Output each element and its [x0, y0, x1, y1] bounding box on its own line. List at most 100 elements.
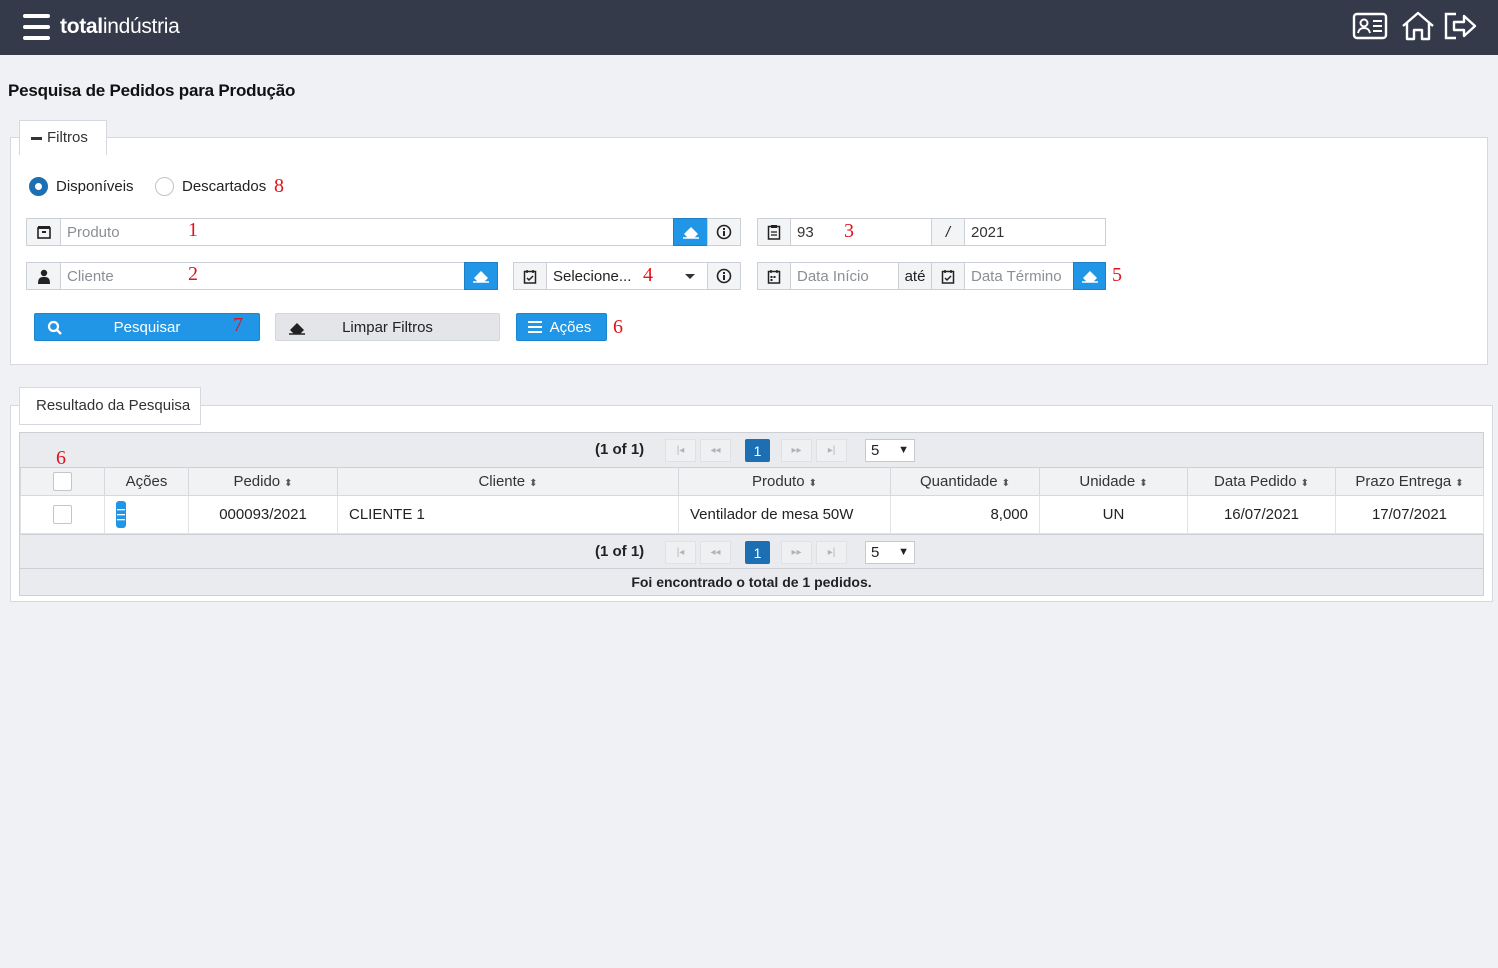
clear-filters-button[interactable]: Limpar Filtros [275, 313, 500, 341]
prev-page-button[interactable]: ◂◂ [700, 541, 731, 564]
clipboard-icon [757, 218, 791, 246]
radio-available-button[interactable] [29, 177, 48, 196]
last-page-button[interactable]: ▸| [816, 439, 847, 462]
column-header-produto[interactable]: Produto ⬍ [678, 467, 891, 496]
filters-legend-label: Filtros [47, 129, 88, 146]
first-page-button[interactable]: |◂ [665, 541, 696, 564]
client-input[interactable] [61, 262, 465, 290]
actions-button[interactable]: Ações [516, 313, 607, 341]
info-icon [716, 224, 732, 240]
cell-produto: Ventilador de mesa 50W [678, 495, 891, 534]
top-navigation-bar: totalindústria [0, 0, 1498, 55]
column-label: Unidade [1079, 473, 1136, 490]
search-button-label: Pesquisar [113, 318, 181, 336]
column-label: Data Pedido [1214, 473, 1297, 490]
column-header-data-pedido[interactable]: Data Pedido ⬍ [1187, 467, 1336, 496]
annotation-8: 8 [274, 175, 284, 197]
calendar-icon [757, 262, 791, 290]
list-icon [528, 321, 542, 333]
cell-prazo-entrega: 17/07/2021 [1335, 495, 1484, 534]
paginator-bottom: (1 of 1) |◂ ◂◂ 1 ▸▸ ▸| 5 ▼ [20, 534, 1483, 568]
column-label: Cliente [478, 473, 526, 490]
filters-toggle[interactable]: Filtros [19, 120, 107, 155]
sort-icon: ⬍ [1300, 478, 1309, 489]
results-legend-label: Resultado da Pesquisa [36, 397, 191, 414]
eraser-icon [473, 271, 489, 283]
column-label: Prazo Entrega [1355, 473, 1452, 490]
column-header-quantidade[interactable]: Quantidade ⬍ [890, 467, 1040, 496]
row-actions-menu-icon[interactable] [116, 501, 126, 528]
eraser-icon [1081, 271, 1098, 283]
clear-dates-button[interactable] [1073, 262, 1106, 290]
cell-pedido: 000093/2021 [188, 495, 338, 534]
page-number-button[interactable]: 1 [745, 439, 770, 462]
rows-per-page-select[interactable]: 5 ▼ [865, 541, 915, 564]
page-title: Pesquisa de Pedidos para Produção [8, 81, 296, 100]
sort-icon: ⬍ [1139, 478, 1148, 489]
status-info-button[interactable] [707, 262, 741, 290]
radio-available-label: Disponíveis [56, 178, 134, 195]
prev-page-button[interactable]: ◂◂ [700, 439, 731, 462]
product-info-button[interactable] [707, 218, 741, 246]
annotation-1: 1 [188, 219, 198, 241]
order-number-value: 93 [797, 223, 814, 241]
select-all-header [20, 467, 105, 496]
page-info: (1 of 1) [595, 543, 645, 560]
results-legend: Resultado da Pesquisa [19, 387, 201, 425]
rows-per-page-value: 5 [871, 442, 880, 459]
home-icon[interactable] [1400, 10, 1436, 42]
annotation-2: 2 [188, 263, 198, 285]
cell-data-pedido: 16/07/2021 [1187, 495, 1336, 534]
page-number-button[interactable]: 1 [745, 541, 770, 564]
menu-icon[interactable] [23, 14, 50, 40]
clear-client-button[interactable] [464, 262, 498, 290]
column-header-pedido[interactable]: Pedido ⬍ [188, 467, 338, 496]
column-header-acoes: Ações [104, 467, 189, 496]
date-end-input[interactable] [965, 262, 1074, 290]
search-button[interactable]: Pesquisar [34, 313, 260, 341]
radio-discarded[interactable]: Descartados [155, 177, 266, 196]
table-row[interactable]: 000093/2021 CLIENTE 1 Ventilador de mesa… [20, 495, 1484, 534]
select-all-checkbox[interactable] [53, 472, 72, 491]
sort-icon: ⬍ [284, 478, 293, 489]
results-grid: Ações Pedido ⬍ Cliente ⬍ Produto ⬍ Quantida… [20, 467, 1484, 534]
column-label: Ações [125, 473, 168, 490]
column-header-prazo-entrega[interactable]: Prazo Entrega ⬍ [1335, 467, 1484, 496]
results-table: (1 of 1) |◂ ◂◂ 1 ▸▸ ▸| 5 ▼ 6 Ações Pedido… [19, 432, 1484, 596]
next-page-button[interactable]: ▸▸ [781, 439, 812, 462]
column-label: Quantidade [920, 473, 998, 490]
order-year-input[interactable]: 2021 [965, 218, 1106, 246]
column-label: Produto [752, 473, 805, 490]
first-page-button[interactable]: |◂ [665, 439, 696, 462]
annotation-6-table: 6 [56, 447, 66, 469]
radio-available[interactable]: Disponíveis [29, 177, 134, 196]
status-select[interactable]: Selecione... [547, 262, 708, 290]
info-icon [716, 268, 732, 284]
chevron-down-icon: ▼ [898, 546, 909, 558]
radio-discarded-button[interactable] [155, 177, 174, 196]
cell-quantidade: 8,000 [890, 495, 1040, 534]
product-input[interactable] [61, 218, 674, 246]
clear-product-button[interactable] [673, 218, 708, 246]
row-select-cell [20, 495, 105, 534]
eraser-icon [289, 323, 305, 335]
annotation-3: 3 [844, 220, 854, 242]
page-info: (1 of 1) [595, 441, 645, 458]
last-page-button[interactable]: ▸| [816, 541, 847, 564]
date-start-input[interactable] [791, 262, 899, 290]
row-checkbox[interactable] [53, 505, 72, 524]
sort-icon: ⬍ [529, 478, 538, 489]
annotation-5: 5 [1112, 264, 1122, 286]
rows-per-page-select[interactable]: 5 ▼ [865, 439, 915, 462]
chevron-down-icon [685, 274, 695, 279]
calendar-check-icon [931, 262, 965, 290]
date-between-label: até [898, 262, 932, 290]
profile-card-icon[interactable] [1352, 10, 1388, 42]
radio-discarded-label: Descartados [182, 178, 267, 195]
order-number-input[interactable]: 93 [791, 218, 932, 246]
column-header-cliente[interactable]: Cliente ⬍ [337, 467, 679, 496]
column-header-unidade[interactable]: Unidade ⬍ [1039, 467, 1188, 496]
next-page-button[interactable]: ▸▸ [781, 541, 812, 564]
logout-icon[interactable] [1442, 10, 1478, 42]
eraser-icon [682, 227, 699, 239]
